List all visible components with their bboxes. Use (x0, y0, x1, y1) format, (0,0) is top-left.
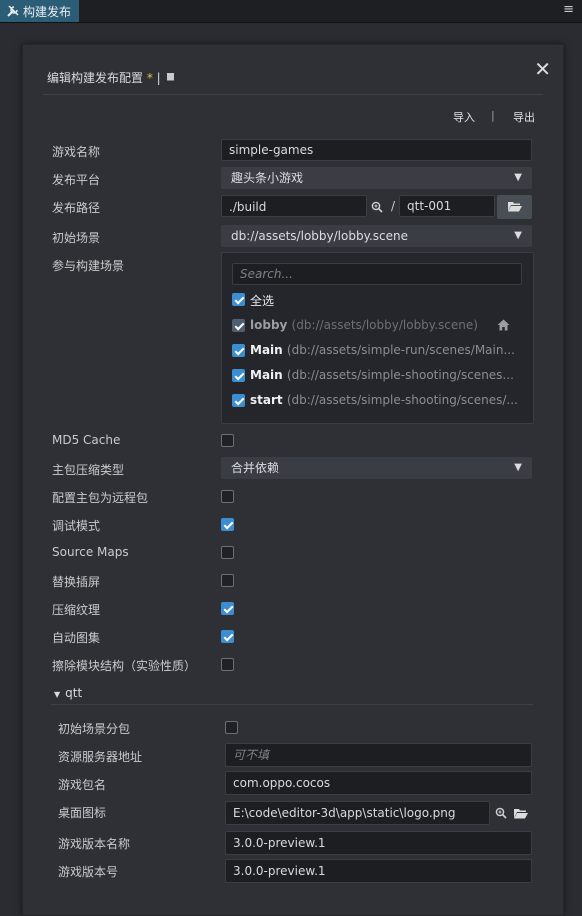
select-all-label: 全选 (250, 294, 275, 308)
main-remote-checkbox[interactable] (221, 490, 234, 503)
title-divider (43, 94, 543, 95)
modified-mark: * (146, 71, 153, 85)
scene-list: Search... 全选 lobby (db://assets/lobby/lo… (221, 252, 534, 424)
package-name-input[interactable]: com.oppo.cocos (225, 771, 532, 795)
erase-modules-label: 擦除模块结构（实验性质） (52, 659, 197, 673)
compression-type-value: 合并依赖 (231, 461, 280, 475)
version-code-label: 游戏版本号 (58, 865, 119, 879)
compress-texture-checkbox[interactable] (221, 602, 234, 615)
platform-value: 趣头条小游戏 (231, 171, 304, 185)
search-icon[interactable] (371, 201, 383, 213)
export-button[interactable]: 导出 (513, 109, 535, 125)
home-icon (497, 319, 510, 331)
qtt-divider (51, 704, 533, 705)
scene-item[interactable]: Main (db://assets/simple-shooting/scenes… (232, 367, 522, 385)
build-path-label: 发布路径 (52, 201, 101, 215)
package-name-label: 游戏包名 (58, 778, 107, 792)
book-icon[interactable] (165, 72, 176, 83)
build-name-input[interactable]: qtt-001 (399, 195, 495, 217)
folder-icon (508, 202, 522, 212)
auto-atlas-checkbox[interactable] (221, 630, 234, 643)
tab-title: 构建发布 (23, 4, 72, 19)
import-export-separator: | (491, 109, 495, 122)
qtt-section-title: qtt (65, 686, 83, 700)
version-name-input[interactable]: 3.0.0-preview.1 (225, 831, 532, 855)
build-scenes-label: 参与构建场景 (52, 259, 125, 273)
game-name-label: 游戏名称 (52, 145, 101, 159)
dropdown-arrow-icon: ▼ (514, 230, 522, 241)
dialog-title-text: 编辑构建发布配置 (47, 71, 144, 85)
dialog-title: 编辑构建发布配置 * | (47, 69, 176, 86)
desktop-icon-input[interactable]: E:\code\editor-3d\app\static\logo.png (225, 801, 490, 825)
scene-checkbox[interactable] (232, 369, 245, 382)
open-folder-button[interactable] (497, 195, 532, 219)
tools-icon (7, 5, 19, 17)
erase-modules-checkbox[interactable] (221, 658, 234, 671)
md5-cache-label: MD5 Cache (52, 433, 121, 447)
select-all-row[interactable]: 全选 (232, 291, 522, 309)
compress-texture-label: 压缩纹理 (52, 603, 101, 617)
close-icon[interactable]: ✕ (534, 59, 551, 79)
version-name-label: 游戏版本名称 (58, 837, 131, 851)
dropdown-arrow-icon: ▼ (514, 172, 522, 183)
import-button[interactable]: 导入 (453, 109, 475, 125)
tab-build[interactable]: 构建发布 (0, 0, 79, 22)
start-subpackage-checkbox[interactable] (225, 721, 238, 734)
build-path-separator: / (391, 199, 396, 213)
scene-item: lobby (db://assets/lobby/lobby.scene) (232, 317, 532, 335)
folder-icon[interactable] (514, 808, 528, 819)
md5-cache-checkbox[interactable] (221, 434, 234, 447)
scene-checkbox[interactable] (232, 394, 245, 407)
debug-checkbox[interactable] (221, 518, 234, 531)
server-address-input[interactable]: 可不填 (225, 743, 532, 767)
splash-checkbox[interactable] (221, 574, 234, 587)
scene-name: lobby (250, 318, 288, 332)
select-all-checkbox[interactable] (232, 293, 245, 306)
scene-item[interactable]: Main (db://assets/simple-run/scenes/Main… (232, 342, 522, 360)
source-maps-label: Source Maps (52, 545, 129, 559)
scene-path: (db://assets/simple-run/scenes/Main... (286, 343, 515, 357)
main-remote-label: 配置主包为远程包 (52, 491, 149, 505)
top-bar: 构建发布 ≡ (0, 0, 582, 23)
scene-path: (db://assets/simple-shooting/scenes/... (286, 393, 518, 407)
debug-label: 调试模式 (52, 519, 101, 533)
scene-path: (db://assets/simple-shooting/scenes... (286, 368, 514, 382)
scene-name: start (250, 393, 283, 407)
auto-atlas-label: 自动图集 (52, 631, 101, 645)
compression-type-label: 主包压缩类型 (52, 463, 125, 477)
scene-name: Main (250, 343, 283, 357)
source-maps-checkbox[interactable] (221, 546, 234, 559)
caret-down-icon: ▼ (54, 690, 61, 699)
splash-label: 替换插屏 (52, 575, 101, 589)
search-icon[interactable] (495, 807, 507, 819)
scene-checkbox[interactable] (232, 344, 245, 357)
version-code-input[interactable]: 3.0.0-preview.1 (225, 859, 532, 883)
start-scene-label: 初始场景 (52, 231, 101, 245)
platform-label: 发布平台 (52, 173, 101, 187)
platform-select[interactable]: 趣头条小游戏 ▼ (221, 167, 532, 189)
game-name-input[interactable]: simple-games (221, 139, 532, 161)
qtt-section-header[interactable]: ▼ qtt (54, 686, 82, 700)
server-address-label: 资源服务器地址 (58, 750, 143, 764)
scene-item[interactable]: start (db://assets/simple-shooting/scene… (232, 392, 522, 410)
build-path-input[interactable]: ./build (221, 195, 367, 217)
scene-search-input[interactable]: Search... (232, 263, 522, 285)
scene-name: Main (250, 368, 283, 382)
dropdown-arrow-icon: ▼ (514, 462, 522, 473)
compression-type-select[interactable]: 合并依赖 ▼ (221, 457, 532, 479)
scene-path: (db://assets/lobby/lobby.scene) (291, 318, 478, 332)
desktop-icon-label: 桌面图标 (58, 806, 107, 820)
scene-checkbox (232, 319, 245, 332)
build-config-dialog: 编辑构建发布配置 * | ✕ 导入 | 导出 游戏名称 simple-games… (22, 44, 564, 916)
title-separator: | (156, 71, 161, 85)
menu-icon[interactable]: ≡ (563, 2, 574, 17)
start-scene-value: db://assets/lobby/lobby.scene (231, 229, 408, 243)
start-subpackage-label: 初始场景分包 (58, 722, 131, 736)
start-scene-select[interactable]: db://assets/lobby/lobby.scene ▼ (221, 225, 532, 247)
